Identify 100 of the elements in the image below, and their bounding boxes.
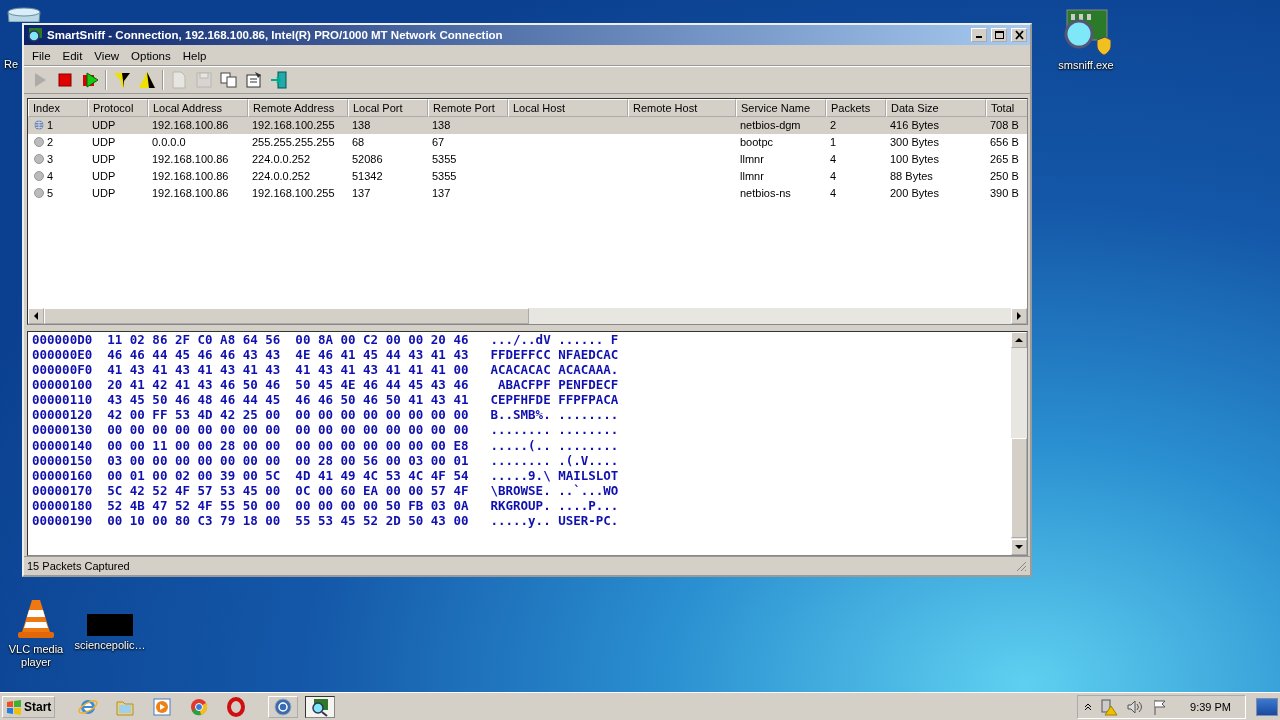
column-header[interactable]: Packets [826,98,886,117]
column-header[interactable]: Remote Host [628,98,736,117]
restart-icon[interactable] [81,70,99,89]
column-header[interactable]: Total [986,98,1027,117]
table-cell-text: 192.168.100.255 [251,117,336,133]
table-cell-text: UDP [91,151,117,167]
table-cell-text: 708 B [989,117,1020,133]
properties-icon[interactable] [245,70,263,89]
table-cell-text: UDP [91,168,117,184]
taskbar-button[interactable] [305,695,336,718]
chrome-icon[interactable] [189,696,210,717]
ascii-text: \BROWSE. ..`...WO [490,482,619,498]
close-button[interactable] [1011,27,1027,42]
left-arrow-icon [33,311,39,320]
table-row[interactable]: 2 UDP 0.0.0.0 255.255.255.255 68 67 bootpc 1 300 Bytes 656 B [28,133,1027,151]
start-button[interactable]: Start [2,695,56,718]
hex-offset: 00000120 [32,407,93,423]
table-cell-text: 300 Bytes [889,134,940,150]
menu-item[interactable]: Options [125,49,177,62]
windows-logo-icon [6,698,22,715]
hex-bytes: 00 00 11 00 00 28 00 00 00 00 00 00 00 00 00 E8 [107,437,469,453]
column-header[interactable]: Service Name [736,98,826,117]
column-header[interactable]: Protocol [88,98,148,117]
menu-item[interactable]: Help [176,49,213,62]
table-cell-text: 1 [47,117,54,133]
column-header[interactable]: Remote Address [248,98,348,117]
minimize-icon [976,35,982,38]
table-cell-text: 138 [431,117,452,133]
table-cell-text: 52086 [351,151,384,167]
menu-item[interactable]: File [26,49,57,62]
clock-text: 9:39 PM [1190,700,1231,713]
table-cell-text: 255.255.255.255 [251,134,336,150]
table-cell-text: 224.0.0.252 [251,151,312,167]
hex-offset: 000000F0 [32,362,93,378]
table-row[interactable]: 3 UDP 192.168.100.86 224.0.0.252 52086 5355 llmnr 4 100 Bytes 265 B [28,150,1027,168]
ascii-text: ACACACAC ACACAAA. [490,362,619,378]
hex-bytes: 00 01 00 02 00 39 00 5C 4D 41 49 4C 53 4C 4F 54 [107,467,469,483]
table-row[interactable]: 4 UDP 192.168.100.86 224.0.0.252 51342 5355 llmnr 4 88 Bytes 250 B [28,167,1027,185]
hex-bytes: 00 00 00 00 00 00 00 00 00 00 00 00 00 00 00 00 [107,422,469,438]
thumbnail-icon[interactable] [87,614,133,636]
column-header[interactable]: Local Host [508,98,628,117]
filter-icon[interactable] [113,70,131,89]
table-cell-text: 416 Bytes [889,117,940,133]
minimize-button[interactable] [971,27,987,42]
scroll-down-button[interactable] [1011,539,1027,556]
stop-icon[interactable] [56,70,74,89]
scroll-thumb[interactable] [44,307,529,324]
column-header[interactable]: Local Port [348,98,428,117]
close-icon [1013,29,1025,40]
column-header[interactable]: Local Address [148,98,248,117]
ring-icon[interactable] [226,696,247,717]
hex-bytes: 46 46 44 45 46 46 43 43 4E 46 41 45 44 43 41 43 [107,347,469,363]
hex-bytes: 11 02 86 2F C0 A8 64 56 00 8A 00 C2 00 00 20 46 [107,331,469,347]
scroll-up-button[interactable] [1011,331,1027,348]
column-header[interactable]: Data Size [886,98,986,117]
table-cell-text: 137 [351,185,372,201]
table-cell-text: 2 [47,134,54,150]
hex-bytes: 41 43 41 43 41 43 41 43 41 43 41 43 41 41 41 00 [107,362,469,378]
ascii-text: ........ ........ [490,422,619,438]
table-cell-text: 224.0.0.252 [251,168,312,184]
table-cell-text: UDP [91,185,117,201]
table-cell-text: 88 Bytes [889,168,934,184]
table-cell-text: 68 [351,134,366,150]
copy-icon[interactable] [220,70,238,89]
hex-offset: 00000130 [32,422,93,438]
resize-grip-icon[interactable] [1015,560,1027,573]
table-cell-text: llmnr [739,168,765,184]
hex-offset: 00000190 [32,513,93,529]
table-cell-text: 1 [829,134,838,150]
speaker-icon[interactable] [1126,698,1145,715]
table-cell-text: 192.168.100.86 [151,185,230,201]
bin-icon[interactable] [4,6,44,22]
hex-bytes: 5C 42 52 4F 57 53 45 00 0C 00 60 EA 00 00 57 4F [107,482,469,498]
table-cell-text: 5355 [431,168,458,184]
show-desktop-button[interactable] [1256,697,1278,716]
table-cell-text: 5 [47,185,54,201]
scroll-left-button[interactable] [28,307,44,324]
column-header[interactable]: Remote Port [428,98,508,117]
table-cell-text: 100 Bytes [889,151,940,167]
ascii-text: .....y.. USER-PC. [490,513,619,529]
column-header[interactable]: Index [28,98,88,117]
menu-item[interactable]: Edit [56,49,89,62]
table-cell-text: netbios-ns [739,185,792,201]
table-cell-text: llmnr [739,151,765,167]
table-cell-text: 0.0.0.0 [151,134,187,150]
funnel-icon[interactable] [138,70,156,89]
ascii-text: .../..dV ...... F [490,331,619,347]
icon-label: smsniff.exe [1058,59,1114,72]
menu-item[interactable]: View [88,49,126,62]
scroll-right-button[interactable] [1011,307,1027,324]
hex-bytes: 00 10 00 80 C3 79 18 00 55 53 45 52 2D 50 43 00 [107,513,469,529]
hex-offset: 00000100 [32,377,93,393]
play-icon[interactable] [152,696,173,717]
window-title: SmartSniff - Connection, 192.168.100.86, Intel(R) PRO/1000 MT Network Connection [47,28,504,41]
exit-icon[interactable] [270,70,288,89]
scroll-thumb[interactable] [1011,437,1027,538]
chevron-up-icon[interactable] [1084,702,1093,711]
table-cell-text: 390 B [989,185,1020,201]
maximize-button[interactable] [991,27,1007,42]
table-row[interactable]: 5 UDP 192.168.100.86 192.168.100.255 137 137 netbios-ns 4 200 Bytes 390 B [28,184,1027,202]
